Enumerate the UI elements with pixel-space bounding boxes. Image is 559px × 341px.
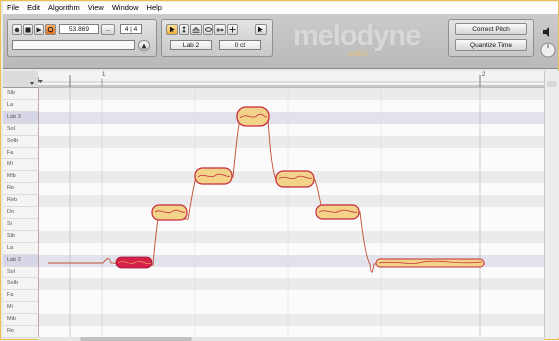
amplitude-tool-icon: [204, 27, 212, 32]
position-field[interactable]: 53.869: [59, 24, 99, 34]
menu-view[interactable]: View: [84, 2, 108, 14]
pitch-label[interactable]: Sib: [3, 88, 38, 100]
menu-file[interactable]: File: [3, 2, 23, 14]
pitch-curve: [48, 118, 485, 273]
separation-tool-icon: [229, 26, 236, 33]
extra-tool-button[interactable]: [255, 24, 267, 35]
pitch-label[interactable]: Lab 2: [3, 254, 38, 267]
menu-algorithm[interactable]: Algorithm: [44, 2, 84, 14]
pitch-label[interactable]: Mib: [3, 171, 38, 184]
ruler-bar-1: 1: [102, 72, 106, 78]
note-blob[interactable]: [115, 256, 153, 269]
pitch-label[interactable]: Re: [3, 183, 38, 196]
timeline-ruler[interactable]: 1 2: [38, 71, 558, 88]
horizontal-scrollbar[interactable]: [38, 337, 544, 341]
correct-pitch-button[interactable]: Correct Pitch: [455, 23, 527, 35]
pitch-label[interactable]: Si: [3, 219, 38, 231]
menu-edit[interactable]: Edit: [23, 2, 44, 14]
macros-panel: Correct Pitch Quantize Time: [448, 19, 534, 57]
formant-tool-button[interactable]: [190, 24, 202, 35]
note-blob[interactable]: [151, 204, 188, 221]
note-blob[interactable]: [315, 204, 360, 220]
pitch-label[interactable]: Lab 3: [3, 111, 38, 124]
time-tool-button[interactable]: [214, 24, 226, 35]
pitch-label[interactable]: Do: [3, 207, 38, 219]
pitch-label[interactable]: La: [3, 243, 38, 255]
play-icon: [36, 27, 42, 32]
pitch-label[interactable]: Sol: [3, 267, 38, 279]
pitch-ruler[interactable]: Sib La Lab 3 Sol Solb Fa Mi Mib Re Reb Do Si Sib La La…: [3, 88, 39, 338]
pitch-label[interactable]: La: [3, 100, 38, 112]
pitch-label[interactable]: Sib: [3, 231, 38, 243]
loop-button[interactable]: [45, 24, 56, 35]
notes-layer: [38, 88, 485, 338]
tuning-icon: [141, 43, 147, 48]
main-tool-button[interactable]: [166, 24, 178, 35]
pitch-label[interactable]: Sol: [3, 124, 38, 136]
arrow-cursor-2-icon: [258, 26, 263, 33]
zoom-toggle-icon[interactable]: [3, 71, 38, 87]
menu-help[interactable]: Help: [143, 2, 166, 14]
note-blob[interactable]: [194, 167, 233, 185]
vertical-scrollbar[interactable]: [544, 71, 559, 338]
position-menu-button[interactable]: ...: [101, 24, 115, 35]
formant-tool-icon: [192, 27, 200, 33]
ruler-bar-2: 2: [482, 72, 486, 78]
tools-panel: Lab 2 0 ct: [161, 19, 273, 57]
cent-value-field[interactable]: 0 ct: [219, 40, 261, 50]
pitch-label[interactable]: Reb: [3, 195, 38, 208]
note-grid[interactable]: [38, 88, 558, 338]
stop-button[interactable]: [23, 24, 33, 35]
play-button[interactable]: [34, 24, 44, 35]
record-button[interactable]: [12, 24, 22, 35]
pitch-label[interactable]: Fa: [3, 148, 38, 160]
arrow-cursor-icon: [169, 26, 175, 33]
scroll-up-button[interactable]: [547, 81, 557, 87]
pitch-tool-button[interactable]: [179, 24, 189, 35]
pitch-label[interactable]: Re: [3, 326, 38, 338]
note-blob[interactable]: [275, 170, 315, 188]
horizontal-scroll-thumb[interactable]: [80, 337, 192, 341]
note-separation-tool-button[interactable]: [227, 24, 238, 35]
time-tool-icon: [216, 27, 224, 32]
time-signature-field[interactable]: 4 | 4: [120, 24, 142, 34]
amplitude-tool-button[interactable]: [203, 24, 213, 35]
pitch-label[interactable]: Fa: [3, 290, 38, 303]
melodyne-logo-sub: editor: [348, 49, 369, 58]
toolbar: 53.869 ... 4 | 4 Lab 2 0 ct melodyne edi…: [3, 14, 558, 69]
pitch-label[interactable]: Solb: [3, 136, 38, 148]
loop-icon: [47, 26, 54, 33]
pitch-label[interactable]: Mib: [3, 314, 38, 327]
menu-window[interactable]: Window: [108, 2, 143, 14]
tuning-button[interactable]: [138, 40, 150, 51]
pitch-label[interactable]: Mi: [3, 302, 38, 315]
record-icon: [14, 27, 20, 32]
pitch-label[interactable]: Solb: [3, 278, 38, 291]
transport-panel: 53.869 ... 4 | 4: [7, 19, 157, 57]
quantize-time-button[interactable]: Quantize Time: [455, 39, 527, 51]
ruler-ticks: [38, 75, 558, 87]
track-name-field[interactable]: [12, 40, 135, 50]
volume-control[interactable]: [539, 20, 557, 60]
speaker-icon: [540, 27, 556, 58]
note-blob[interactable]: [236, 106, 270, 127]
pitch-value-field[interactable]: Lab 2: [170, 40, 212, 50]
pitch-label[interactable]: Mi: [3, 159, 38, 172]
ruler-corner: [3, 71, 39, 88]
app-window: File Edit Algorithm View Window Help 53.…: [0, 0, 559, 341]
pitch-tool-icon: [182, 26, 186, 33]
note-editor[interactable]: Sib La Lab 3 Sol Solb Fa Mi Mib Re Reb Do Si Sib La La…: [3, 88, 558, 338]
stop-icon: [25, 27, 31, 32]
note-blob[interactable]: [375, 258, 485, 268]
